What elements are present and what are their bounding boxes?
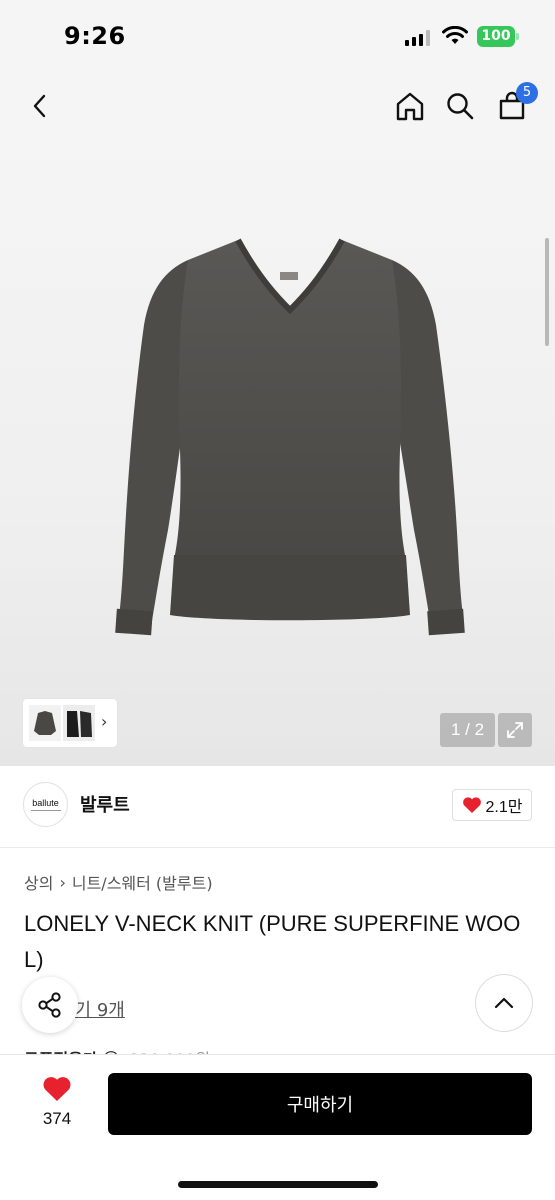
brand-row: ballute 발루트 2.1만 bbox=[0, 766, 555, 848]
page-indicator: 1 / 2 bbox=[440, 713, 495, 747]
thumbnail-image[interactable] bbox=[29, 705, 61, 741]
cart-count-badge: 5 bbox=[516, 82, 538, 104]
brand-like-count: 2.1만 bbox=[485, 799, 523, 816]
home-button[interactable] bbox=[392, 88, 428, 124]
breadcrumb-item[interactable]: 상의 bbox=[24, 870, 53, 894]
cart-button[interactable]: 5 bbox=[494, 82, 538, 124]
status-bar: 9:26 100 bbox=[0, 0, 555, 72]
breadcrumb-item[interactable]: 니트/스웨터 (발루트) bbox=[72, 870, 213, 894]
wifi-icon bbox=[442, 26, 468, 44]
heart-icon bbox=[462, 797, 481, 813]
scrollbar[interactable] bbox=[545, 238, 549, 346]
share-button[interactable] bbox=[22, 977, 78, 1033]
battery-level: 100 bbox=[477, 26, 515, 47]
breadcrumb: 상의 › 니트/스웨터 (발루트) bbox=[24, 870, 213, 894]
expand-icon bbox=[507, 722, 523, 738]
brand-name[interactable]: 발루트 bbox=[80, 791, 130, 817]
search-icon bbox=[447, 93, 474, 120]
chevron-left-icon bbox=[33, 94, 46, 118]
battery-icon: 100 bbox=[477, 26, 519, 47]
chevron-up-icon bbox=[494, 997, 514, 1009]
brand-like-button[interactable]: 2.1만 bbox=[452, 789, 532, 821]
scroll-to-top-button[interactable] bbox=[476, 975, 532, 1031]
buy-button[interactable]: 구매하기 bbox=[108, 1073, 532, 1135]
top-nav: 5 bbox=[0, 72, 555, 140]
product-image-gallery[interactable] bbox=[0, 140, 555, 766]
brand-logo[interactable]: ballute bbox=[23, 782, 68, 827]
product-title: LONELY V-NECK KNIT (PURE SUPERFINE WOOL) bbox=[24, 911, 521, 972]
status-time: 9:26 bbox=[64, 22, 126, 50]
search-button[interactable] bbox=[442, 88, 478, 124]
cellular-signal-icon bbox=[405, 30, 431, 46]
share-icon bbox=[38, 992, 61, 1018]
thumbnail-image[interactable] bbox=[63, 705, 95, 741]
wishlist-count: 374 bbox=[42, 1109, 72, 1128]
wishlist-button[interactable]: 374 bbox=[30, 1075, 84, 1135]
expand-button[interactable] bbox=[498, 713, 532, 747]
bottom-action-bar: 374 구매하기 bbox=[0, 1054, 555, 1200]
thumbnail-strip[interactable]: › bbox=[23, 699, 117, 747]
home-indicator bbox=[178, 1181, 378, 1188]
brand-logo-text: ballute bbox=[32, 798, 59, 808]
thumbnail-next-icon[interactable]: › bbox=[101, 712, 107, 731]
back-button[interactable] bbox=[22, 88, 58, 124]
chevron-right-icon: › bbox=[59, 872, 66, 892]
product-image bbox=[115, 238, 465, 636]
home-icon bbox=[396, 92, 424, 121]
heart-icon bbox=[43, 1077, 71, 1101]
